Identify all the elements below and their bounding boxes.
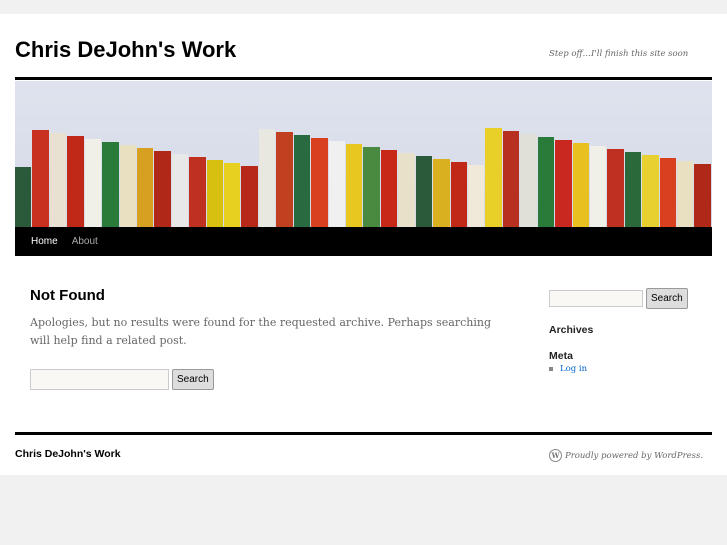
not-found-message: Apologies, but no results were found for… bbox=[30, 316, 492, 347]
book-spine bbox=[154, 151, 171, 227]
nav-item-about[interactable]: About bbox=[65, 227, 105, 256]
footer-divider bbox=[15, 432, 712, 435]
book-spine bbox=[555, 140, 572, 227]
book-spine bbox=[694, 164, 711, 227]
book-spine bbox=[624, 152, 642, 227]
book-spine bbox=[84, 139, 102, 227]
book-spine bbox=[642, 155, 659, 227]
book-spine bbox=[293, 135, 311, 227]
book-spine bbox=[537, 137, 555, 227]
book-spine bbox=[189, 157, 206, 227]
page-title: Not Found bbox=[30, 287, 105, 304]
book-spine bbox=[467, 165, 485, 227]
bullet bbox=[549, 367, 553, 371]
book-spine bbox=[32, 130, 49, 227]
meta-heading: Meta bbox=[549, 350, 573, 362]
book-spine bbox=[171, 154, 189, 227]
book-spine bbox=[276, 132, 293, 227]
book-spine bbox=[67, 136, 84, 227]
book-spine bbox=[572, 143, 589, 227]
book-spine bbox=[15, 167, 32, 227]
book-spine bbox=[659, 158, 677, 227]
book-spine bbox=[502, 131, 520, 227]
book-spine bbox=[241, 166, 258, 227]
login-link[interactable]: Log in bbox=[560, 364, 587, 374]
book-spine bbox=[346, 144, 363, 227]
book-spine bbox=[398, 153, 415, 227]
book-spine bbox=[224, 163, 241, 227]
powered-by-link[interactable]: W Proudly powered by WordPress. bbox=[549, 449, 703, 462]
page-wrapper: Chris DeJohn's Work Step off…I'll finish… bbox=[0, 14, 727, 475]
header-divider bbox=[15, 77, 712, 80]
archives-heading: Archives bbox=[549, 324, 594, 336]
book-spine bbox=[520, 134, 537, 227]
book-spine bbox=[589, 146, 607, 227]
book-spine bbox=[206, 160, 224, 227]
search-input[interactable] bbox=[30, 369, 169, 390]
book-spine bbox=[415, 156, 433, 227]
book-spine bbox=[677, 161, 694, 227]
book-spine bbox=[49, 133, 67, 227]
book-spine bbox=[328, 141, 346, 227]
book-spine bbox=[485, 128, 502, 227]
search-button[interactable]: Search bbox=[172, 369, 214, 390]
books-image bbox=[15, 127, 712, 227]
header-image bbox=[15, 81, 712, 227]
nav-item-home[interactable]: Home bbox=[24, 227, 65, 256]
book-spine bbox=[363, 147, 380, 227]
main-nav: Home About bbox=[15, 227, 712, 256]
site-title[interactable]: Chris DeJohn's Work bbox=[15, 37, 236, 63]
book-spine bbox=[119, 145, 136, 227]
book-spine bbox=[102, 142, 119, 227]
book-spine bbox=[136, 148, 154, 227]
footer-site-title[interactable]: Chris DeJohn's Work bbox=[15, 448, 121, 460]
powered-by-text: Proudly powered by WordPress. bbox=[565, 450, 704, 461]
book-spine bbox=[380, 150, 398, 227]
book-spine bbox=[433, 159, 450, 227]
sidebar-search-button[interactable]: Search bbox=[646, 288, 688, 309]
book-spine bbox=[311, 138, 328, 227]
book-spine bbox=[607, 149, 624, 227]
sidebar-search-input[interactable] bbox=[549, 290, 643, 307]
book-spine bbox=[450, 162, 467, 227]
site-description: Step off…I'll finish this site soon bbox=[549, 49, 689, 59]
wordpress-icon: W bbox=[549, 449, 562, 462]
book-spine bbox=[258, 129, 276, 227]
